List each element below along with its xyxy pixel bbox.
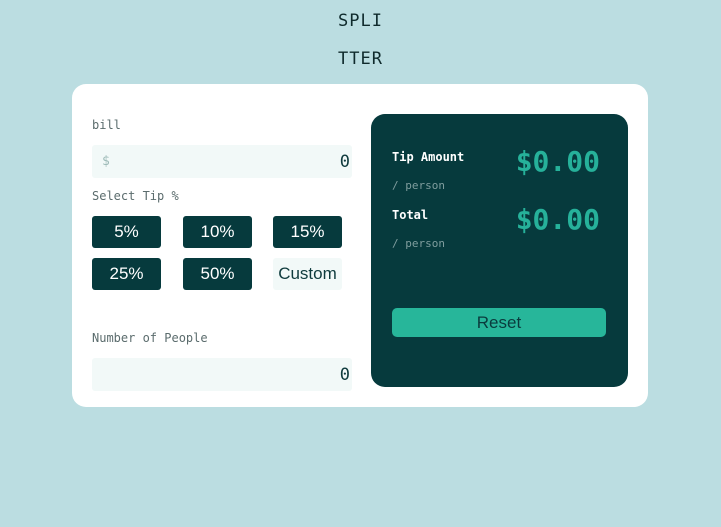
tip-custom-input[interactable]: Custom: [273, 258, 342, 290]
tip-5-button[interactable]: 5%: [92, 216, 161, 248]
select-tip-label: Select Tip %: [92, 189, 179, 203]
bill-value: 0: [339, 152, 350, 172]
tip-amount-per-person: / person: [392, 179, 445, 192]
tip-10-button[interactable]: 10%: [183, 216, 252, 248]
total-title: Total: [392, 208, 429, 222]
bill-input[interactable]: $ 0: [92, 145, 352, 178]
total-per-person: / person: [392, 237, 445, 250]
people-value: 0: [339, 365, 350, 385]
logo-line-2: TTER: [338, 49, 383, 69]
logo-line-1: SPLI: [338, 11, 383, 31]
tip-15-button[interactable]: 15%: [273, 216, 342, 248]
people-input[interactable]: 0: [92, 358, 352, 391]
dollar-icon: $: [102, 154, 110, 169]
calculator-card: bill $ 0 Select Tip % 5% 10% 15% 25% 50%…: [72, 84, 648, 407]
reset-button[interactable]: Reset: [392, 308, 606, 337]
tip-50-button[interactable]: 50%: [183, 258, 252, 290]
tip-25-button[interactable]: 25%: [92, 258, 161, 290]
bill-label: bill: [92, 118, 121, 132]
total-value: $0.00: [515, 203, 600, 236]
people-label: Number of People: [92, 331, 208, 345]
results-panel: Tip Amount / person $0.00 Total / person…: [371, 114, 628, 387]
tip-amount-title: Tip Amount: [392, 150, 465, 164]
tip-amount-value: $0.00: [515, 145, 600, 178]
